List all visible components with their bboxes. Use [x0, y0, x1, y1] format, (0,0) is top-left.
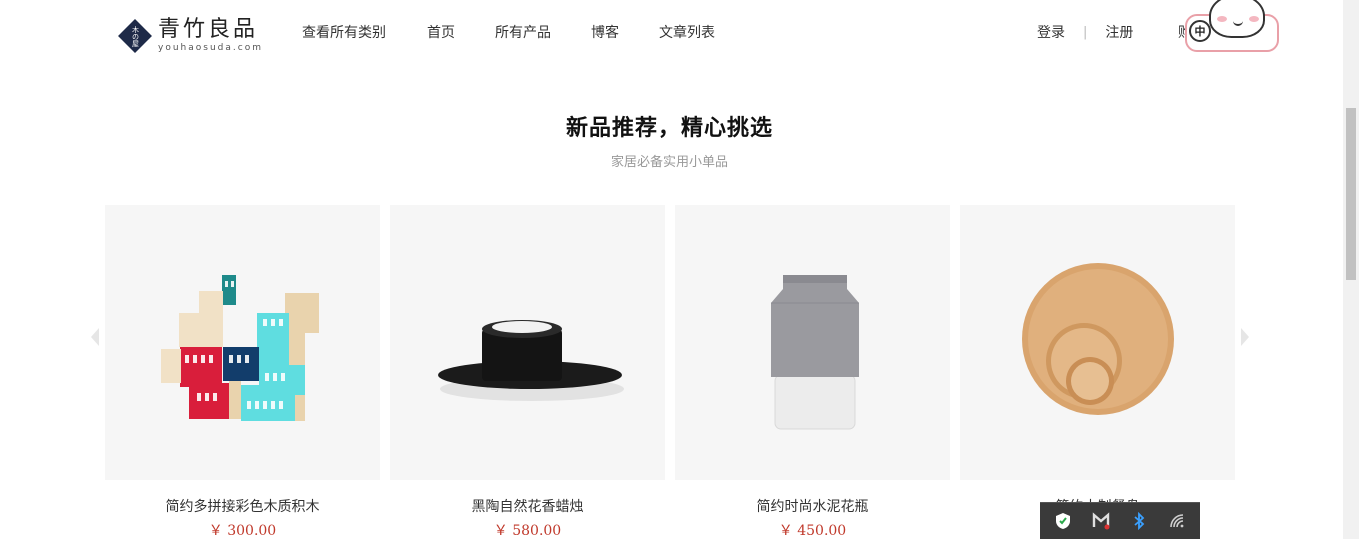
brand-name: 青竹良品 [158, 17, 259, 42]
nav-item-articles[interactable]: 文章列表 [659, 22, 715, 42]
product-card[interactable]: 简约多拼接彩色木质积木 ￥ 300.00 [105, 205, 380, 539]
user-links-separator: | [1083, 24, 1088, 40]
product-card[interactable]: 简约时尚水泥花瓶 ￥ 450.00 [675, 205, 950, 539]
nav-item-home[interactable]: 首页 [427, 22, 455, 42]
logo-mark-text: 木の屋 [131, 25, 140, 47]
brand-domain: youhaosuda.com [158, 43, 263, 53]
antivirus-m-icon[interactable] [1091, 511, 1111, 531]
product-name[interactable]: 黑陶自然花香蜡烛 [390, 496, 665, 516]
register-link[interactable]: 注册 [1105, 22, 1133, 42]
ime-mode-indicator[interactable]: 中 [1189, 20, 1211, 42]
system-tray-popup [1040, 502, 1200, 539]
carousel-next-icon[interactable] [1239, 326, 1251, 348]
login-link[interactable]: 登录 [1037, 22, 1065, 42]
site-logo[interactable]: 木の屋 青竹良品 youhaosuda.com [118, 18, 263, 54]
security-shield-icon[interactable] [1053, 511, 1073, 531]
wifi-icon[interactable] [1167, 511, 1187, 531]
product-image-wood-plates[interactable] [960, 205, 1235, 480]
product-card[interactable]: 简约木制餐盘 [960, 205, 1235, 539]
nav-item-all-products[interactable]: 所有产品 [495, 22, 551, 42]
bluetooth-icon[interactable] [1129, 511, 1149, 531]
product-name[interactable]: 简约时尚水泥花瓶 [675, 496, 950, 516]
product-carousel: 简约多拼接彩色木质积木 ￥ 300.00 黑陶自然花香蜡烛 ￥ 580.00 简… [105, 205, 1235, 539]
ime-mascot-widget[interactable]: 中 [1183, 0, 1281, 56]
main-nav: 查看所有类别 首页 所有产品 博客 文章列表 [302, 22, 755, 42]
section-subtitle: 家居必备实用小单品 [610, 155, 728, 170]
carousel-prev-icon[interactable] [89, 326, 101, 348]
nav-item-blog[interactable]: 博客 [591, 22, 619, 42]
logo-mark-icon: 木の屋 [118, 19, 152, 53]
product-image-vase[interactable] [675, 205, 950, 480]
scrollbar-thumb[interactable] [1346, 108, 1356, 280]
nav-item-all-categories[interactable]: 查看所有类别 [302, 22, 386, 42]
product-image-candle[interactable] [390, 205, 665, 480]
section-title: 新品推荐，精心挑选 [565, 116, 773, 141]
product-price: ￥ 450.00 [778, 523, 847, 539]
product-card[interactable]: 黑陶自然花香蜡烛 ￥ 580.00 [390, 205, 665, 539]
page: 木の屋 青竹良品 youhaosuda.com 查看所有类别 首页 所有产品 博… [0, 0, 1359, 539]
product-price: ￥ 580.00 [493, 523, 562, 539]
product-image-blocks[interactable] [105, 205, 380, 480]
product-name[interactable]: 简约多拼接彩色木质积木 [105, 496, 380, 516]
product-price: ￥ 300.00 [208, 523, 277, 539]
mascot-face-icon [1209, 0, 1265, 38]
user-links: 登录 | 注册 [1037, 22, 1133, 42]
site-header: 木の屋 青竹良品 youhaosuda.com 查看所有类别 首页 所有产品 博… [0, 0, 1343, 62]
page-scrollbar[interactable] [1343, 0, 1359, 539]
